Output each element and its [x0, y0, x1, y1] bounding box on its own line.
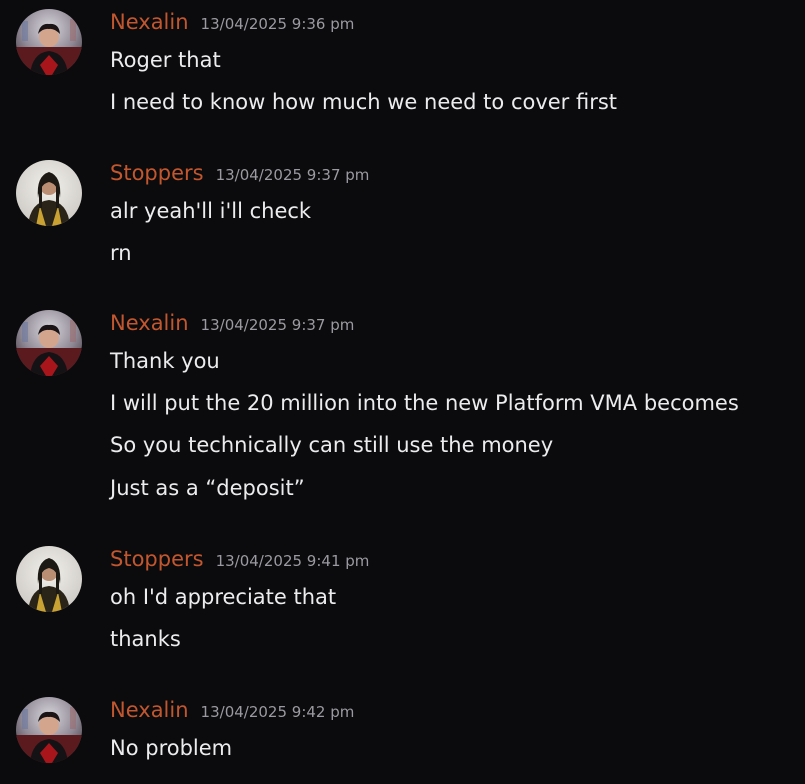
username[interactable]: Stoppers	[110, 160, 204, 186]
nexalin-avatar-icon	[16, 310, 82, 376]
message-text: rn	[110, 241, 132, 265]
message-header: Nexalin 13/04/2025 9:36 pm	[110, 9, 354, 35]
message-header: Nexalin 13/04/2025 9:42 pm	[110, 697, 354, 723]
avatar[interactable]	[16, 310, 82, 376]
username[interactable]: Nexalin	[110, 9, 189, 35]
message-header: Nexalin 13/04/2025 9:37 pm	[110, 310, 354, 336]
username[interactable]: Nexalin	[110, 310, 189, 336]
avatar[interactable]	[16, 9, 82, 75]
chat-messages: Nexalin 13/04/2025 9:36 pm Roger that I …	[0, 0, 805, 784]
timestamp: 13/04/2025 9:42 pm	[200, 703, 355, 721]
timestamp: 13/04/2025 9:37 pm	[200, 316, 355, 334]
message-text: So you technically can still use the mon…	[110, 433, 554, 457]
message-text: Just as a “deposit”	[110, 476, 305, 500]
message-header: Stoppers 13/04/2025 9:41 pm	[110, 546, 369, 572]
message-text: I will put the 20 million into the new P…	[110, 391, 739, 415]
timestamp: 13/04/2025 9:41 pm	[215, 552, 370, 570]
username[interactable]: Nexalin	[110, 697, 189, 723]
message-text: thanks	[110, 627, 181, 651]
message-text: No problem	[110, 736, 233, 760]
stoppers-avatar-icon	[16, 546, 82, 612]
message-text: I need to know how much we need to cover…	[110, 90, 618, 114]
message-header: Stoppers 13/04/2025 9:37 pm	[110, 160, 369, 186]
message-text: Roger that	[110, 48, 221, 72]
nexalin-avatar-icon	[16, 9, 82, 75]
avatar[interactable]	[16, 546, 82, 612]
timestamp: 13/04/2025 9:37 pm	[215, 166, 370, 184]
username[interactable]: Stoppers	[110, 546, 204, 572]
avatar[interactable]	[16, 160, 82, 226]
nexalin-avatar-icon	[16, 697, 82, 763]
message-text: oh I'd appreciate that	[110, 585, 337, 609]
timestamp: 13/04/2025 9:36 pm	[200, 15, 355, 33]
message-text: Thank you	[110, 349, 220, 373]
message-text: alr yeah'll i'll check	[110, 199, 312, 223]
stoppers-avatar-icon	[16, 160, 82, 226]
avatar[interactable]	[16, 697, 82, 763]
